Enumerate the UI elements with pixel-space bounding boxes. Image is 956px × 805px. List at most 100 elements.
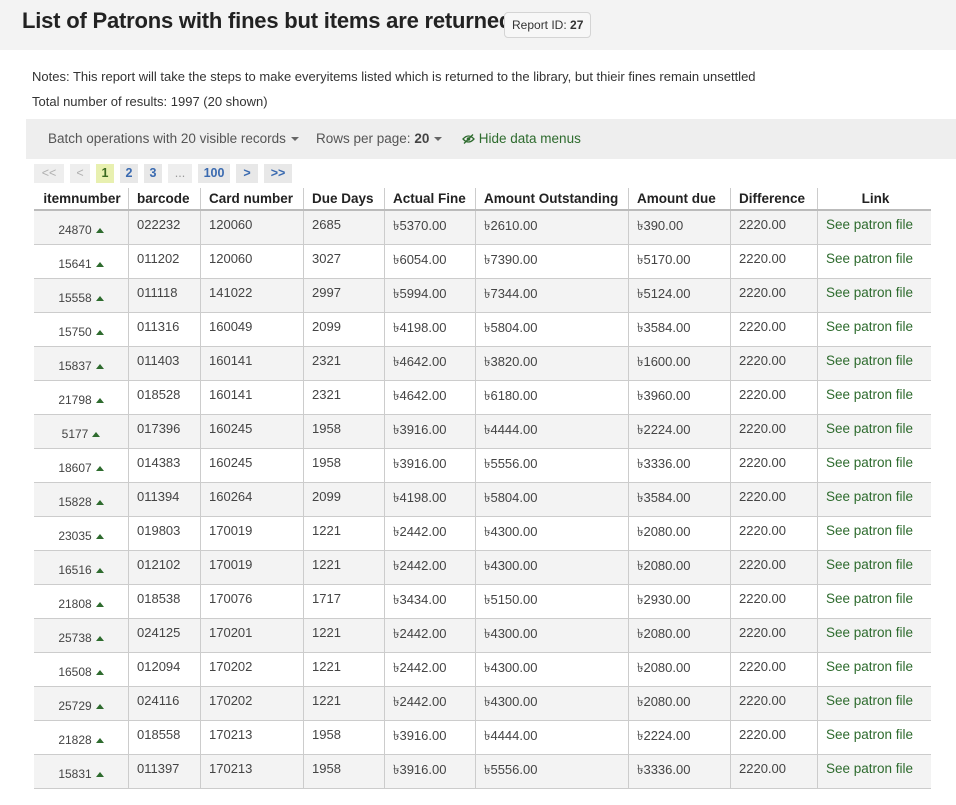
cell-itemnumber[interactable]: 15641	[34, 244, 129, 279]
page-3-button[interactable]: 3	[144, 164, 162, 183]
see-patron-file-link[interactable]: See patron file	[826, 659, 913, 674]
cell-itemnumber[interactable]: 16516	[34, 550, 129, 585]
see-patron-file-link[interactable]: See patron file	[826, 251, 913, 266]
column-header-link[interactable]: Link	[817, 188, 931, 211]
column-header-difference[interactable]: Difference	[730, 188, 818, 211]
cell-itemnumber[interactable]: 15558	[34, 278, 129, 313]
caret-up-icon[interactable]	[95, 771, 104, 777]
batch-operations-dropdown[interactable]: Batch operations with 20 visible records	[48, 119, 299, 159]
cell-itemnumber[interactable]: 5177	[34, 414, 129, 449]
column-header-due-days[interactable]: Due Days	[303, 188, 385, 211]
caret-up-icon[interactable]	[95, 533, 104, 539]
page-1-button[interactable]: 1	[96, 164, 114, 183]
cell-barcode: 012102	[128, 550, 201, 585]
cell-link: See patron file	[817, 618, 931, 653]
caret-up-icon[interactable]	[95, 295, 104, 301]
column-header-amount-due[interactable]: Amount due	[628, 188, 731, 211]
cell-barcode: 011403	[128, 346, 201, 381]
itemnumber-value: 15828	[58, 494, 92, 509]
caret-up-icon[interactable]	[95, 499, 104, 505]
first-page-button[interactable]: <<	[34, 164, 64, 183]
column-header-itemnumber[interactable]: itemnumber	[34, 188, 129, 211]
see-patron-file-link[interactable]: See patron file	[826, 625, 913, 640]
caret-up-icon[interactable]	[95, 567, 104, 573]
caret-up-icon[interactable]	[95, 737, 104, 743]
itemnumber-value: 21828	[58, 732, 92, 747]
next-page-button[interactable]: >	[236, 164, 258, 183]
caret-up-icon[interactable]	[95, 329, 104, 335]
table-row: 15750 011316 160049 2099 ৳4198.00 ৳5804.00 ৳35…	[34, 312, 931, 347]
caret-up-icon[interactable]	[95, 228, 104, 233]
cell-itemnumber[interactable]: 15831	[34, 754, 129, 789]
cell-due-days: 3027	[303, 244, 385, 279]
cell-barcode: 024125	[128, 618, 201, 653]
cell-due-days: 1958	[303, 414, 385, 449]
caret-up-icon[interactable]	[95, 703, 104, 709]
see-patron-file-link[interactable]: See patron file	[826, 557, 913, 572]
see-patron-file-link[interactable]: See patron file	[826, 455, 913, 470]
cell-itemnumber[interactable]: 21828	[34, 720, 129, 755]
see-patron-file-link[interactable]: See patron file	[826, 285, 913, 300]
cell-difference: 2220.00	[730, 516, 818, 551]
see-patron-file-link[interactable]: See patron file	[826, 387, 913, 402]
cell-itemnumber[interactable]: 18607	[34, 448, 129, 483]
hide-data-menus-link[interactable]: Hide data menus	[462, 119, 581, 159]
page-100-button[interactable]: 100	[198, 164, 230, 183]
pagination-ellipsis: ...	[168, 164, 192, 183]
see-patron-file-link[interactable]: See patron file	[826, 319, 913, 334]
column-header-card-number[interactable]: Card number	[200, 188, 304, 211]
see-patron-file-link[interactable]: See patron file	[826, 761, 913, 776]
see-patron-file-link[interactable]: See patron file	[826, 523, 913, 538]
caret-up-icon[interactable]	[95, 363, 104, 369]
see-patron-file-link[interactable]: See patron file	[826, 421, 913, 436]
cell-difference: 2220.00	[730, 346, 818, 381]
cell-itemnumber[interactable]: 24870	[34, 210, 129, 245]
cell-link: See patron file	[817, 550, 931, 585]
caret-up-icon[interactable]	[95, 669, 104, 675]
cell-link: See patron file	[817, 380, 931, 415]
see-patron-file-link[interactable]: See patron file	[826, 591, 913, 606]
cell-itemnumber[interactable]: 23035	[34, 516, 129, 551]
see-patron-file-link[interactable]: See patron file	[826, 217, 913, 232]
table-row: 24870 022232 120060 2685 ৳5370.00 ৳2610.00 ৳39…	[34, 210, 931, 245]
cell-itemnumber[interactable]: 25729	[34, 686, 129, 721]
column-header-amount-outstanding[interactable]: Amount Outstanding	[475, 188, 629, 211]
column-header-barcode[interactable]: barcode	[128, 188, 201, 211]
cell-itemnumber[interactable]: 15750	[34, 312, 129, 347]
report-id-badge: Report ID: 27	[504, 12, 592, 38]
notes-text: This report will take the steps to make …	[72, 69, 756, 84]
cell-amount-due: ৳390.00	[628, 210, 731, 245]
caret-up-icon[interactable]	[95, 635, 104, 641]
cell-amount-outstanding: ৳2610.00	[475, 210, 629, 245]
cell-difference: 2220.00	[730, 754, 818, 789]
caret-up-icon[interactable]	[95, 465, 104, 471]
cell-link: See patron file	[817, 312, 931, 347]
cell-actual-fine: ৳2442.00	[384, 516, 476, 551]
cell-card-number: 160049	[200, 312, 304, 347]
caret-up-icon[interactable]	[95, 397, 104, 403]
rows-per-page-dropdown[interactable]: Rows per page: 20	[316, 119, 443, 159]
cell-itemnumber[interactable]: 16508	[34, 652, 129, 687]
cell-itemnumber[interactable]: 21808	[34, 584, 129, 619]
cell-itemnumber[interactable]: 25738	[34, 618, 129, 653]
cell-actual-fine: ৳4642.00	[384, 380, 476, 415]
caret-up-icon[interactable]	[95, 261, 104, 267]
last-page-button[interactable]: >>	[264, 164, 292, 183]
see-patron-file-link[interactable]: See patron file	[826, 489, 913, 504]
previous-page-button[interactable]: <	[70, 164, 90, 183]
itemnumber-value: 25738	[58, 630, 92, 645]
page-2-button[interactable]: 2	[120, 164, 138, 183]
cell-itemnumber[interactable]: 15837	[34, 346, 129, 381]
column-header-actual-fine[interactable]: Actual Fine	[384, 188, 476, 211]
see-patron-file-link[interactable]: See patron file	[826, 727, 913, 742]
cell-itemnumber[interactable]: 21798	[34, 380, 129, 415]
itemnumber-value: 16516	[58, 562, 92, 577]
caret-up-icon[interactable]	[92, 431, 101, 437]
see-patron-file-link[interactable]: See patron file	[826, 693, 913, 708]
caret-up-icon[interactable]	[95, 601, 104, 607]
cell-link: See patron file	[817, 482, 931, 517]
cell-amount-outstanding: ৳5150.00	[475, 584, 629, 619]
see-patron-file-link[interactable]: See patron file	[826, 353, 913, 368]
cell-actual-fine: ৳4198.00	[384, 312, 476, 347]
cell-itemnumber[interactable]: 15828	[34, 482, 129, 517]
